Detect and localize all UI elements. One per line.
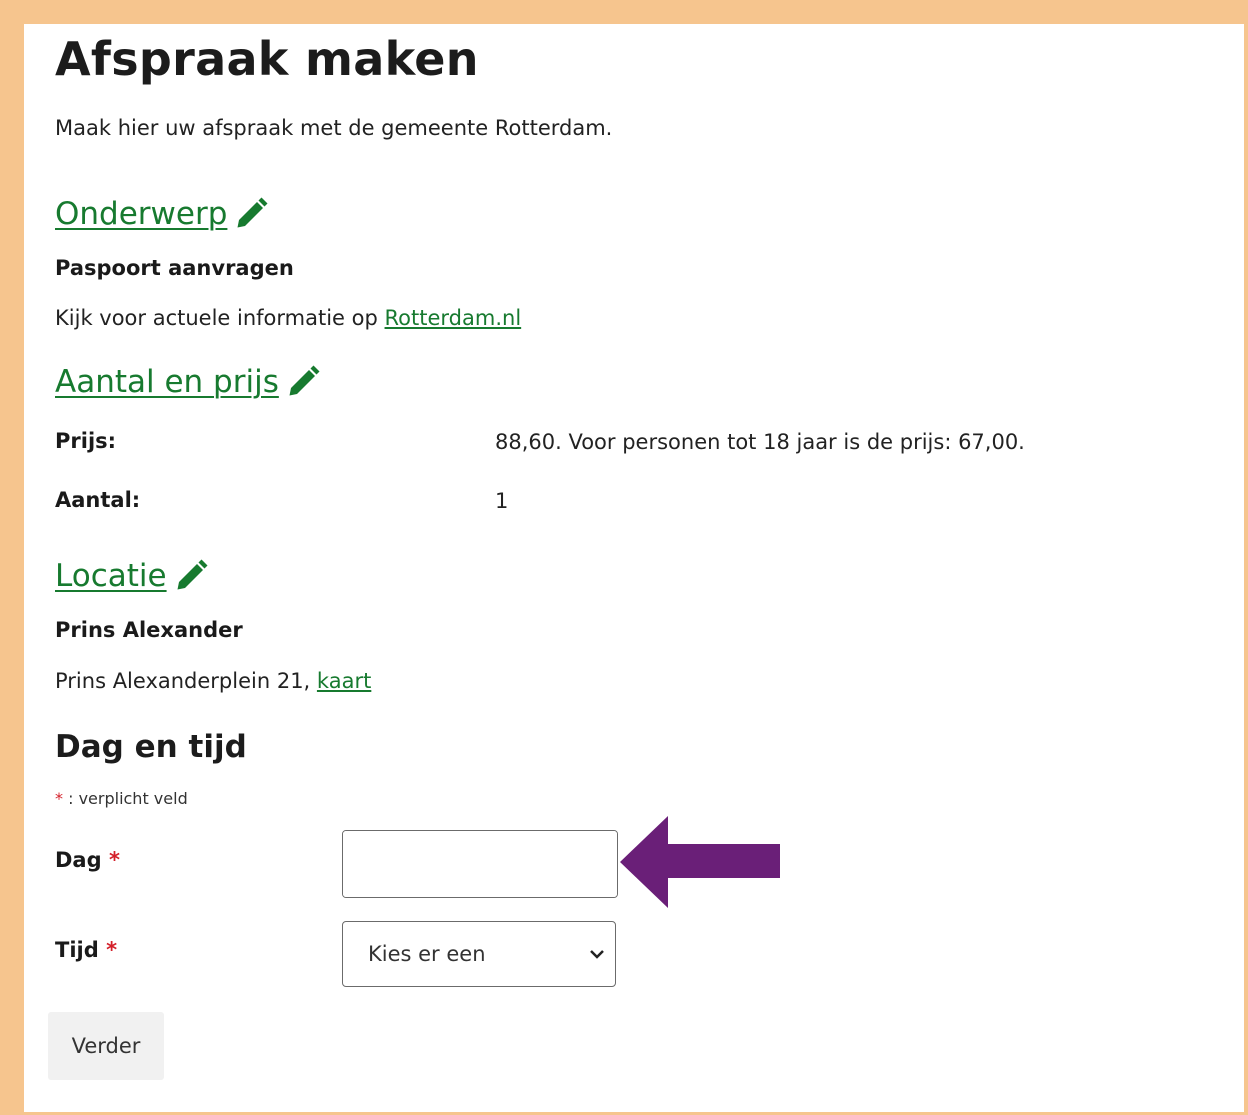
rotterdam-link[interactable]: Rotterdam.nl bbox=[385, 306, 522, 330]
map-link[interactable]: kaart bbox=[317, 669, 371, 693]
pencil-icon bbox=[289, 365, 320, 396]
price-value: 88,60. Voor personen tot 18 jaar is de p… bbox=[495, 430, 1025, 454]
info-prefix: Kijk voor actuele informatie op bbox=[55, 306, 378, 330]
chevron-down-icon bbox=[590, 950, 604, 959]
location-name: Prins Alexander bbox=[55, 618, 243, 642]
info-line: Kijk voor actuele informatie op Rotterda… bbox=[55, 306, 521, 330]
amount-value: 1 bbox=[495, 489, 509, 513]
onderwerp-edit-link[interactable]: Onderwerp bbox=[55, 196, 269, 232]
time-required-star: * bbox=[106, 938, 118, 962]
day-required-star: * bbox=[108, 848, 120, 872]
locatie-edit-link[interactable]: Locatie bbox=[55, 558, 209, 594]
pencil-icon bbox=[237, 197, 268, 228]
day-label: Dag * bbox=[55, 848, 120, 872]
subject-name: Paspoort aanvragen bbox=[55, 256, 294, 280]
onderwerp-heading: Onderwerp bbox=[55, 196, 228, 232]
next-button[interactable]: Verder bbox=[48, 1012, 164, 1080]
amount-label: Aantal: bbox=[55, 488, 141, 512]
time-select-value: Kies er een bbox=[368, 942, 486, 966]
required-note-text: : verplicht veld bbox=[68, 789, 188, 808]
time-select[interactable]: Kies er een bbox=[342, 921, 616, 987]
day-date-picker bbox=[342, 830, 618, 898]
arrow-left-icon bbox=[620, 816, 780, 908]
required-star: * bbox=[55, 789, 63, 808]
day-label-text: Dag bbox=[55, 848, 102, 872]
price-label: Prijs: bbox=[55, 429, 117, 453]
aantal-prijs-heading: Aantal en prijs bbox=[55, 364, 279, 400]
locatie-heading: Locatie bbox=[55, 558, 167, 594]
aantal-prijs-edit-link[interactable]: Aantal en prijs bbox=[55, 364, 321, 400]
required-note: * : verplicht veld bbox=[55, 789, 188, 808]
intro-text: Maak hier uw afspraak met de gemeente Ro… bbox=[55, 116, 613, 140]
location-address-line: Prins Alexanderplein 21, kaart bbox=[55, 669, 371, 693]
pencil-icon bbox=[177, 559, 208, 590]
time-label-text: Tijd bbox=[55, 938, 99, 962]
time-label: Tijd * bbox=[55, 938, 117, 962]
location-address: Prins Alexanderplein 21, bbox=[55, 669, 311, 693]
dag-tijd-heading: Dag en tijd bbox=[55, 729, 247, 765]
page-title: Afspraak maken bbox=[55, 32, 479, 86]
appointment-panel: Afspraak maken Maak hier uw afspraak met… bbox=[24, 24, 1244, 1112]
day-input[interactable] bbox=[343, 831, 617, 897]
